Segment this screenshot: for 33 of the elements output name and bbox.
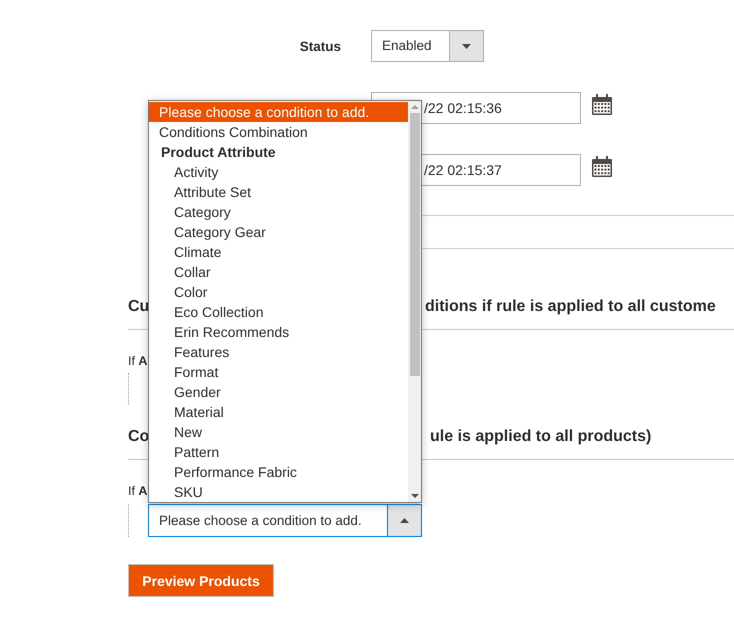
calendar-icon[interactable]: [591, 94, 613, 116]
dropdown-option[interactable]: Pattern: [149, 442, 408, 462]
dropdown-option[interactable]: Category Gear: [149, 222, 408, 242]
section-heading: ditions if rule is applied to all custome: [425, 298, 716, 316]
status-select[interactable]: Enabled: [371, 30, 484, 62]
dropdown-option[interactable]: New: [149, 422, 408, 442]
section-heading: ule is applied to all products): [430, 428, 652, 446]
condition-text: If A: [128, 353, 148, 370]
dropdown-option[interactable]: Collar: [149, 262, 408, 282]
condition-select[interactable]: Please choose a condition to add.: [148, 504, 422, 537]
option-group-label: Product Attribute: [160, 143, 277, 162]
dropdown-option[interactable]: Gender: [149, 382, 408, 402]
status-label: Status: [298, 38, 341, 54]
section-heading: Cu: [128, 298, 150, 316]
caret-up-icon: [400, 518, 409, 523]
dropdown-option[interactable]: Erin Recommends: [149, 322, 408, 342]
dropdown-option[interactable]: Category: [149, 202, 408, 222]
dropdown-option[interactable]: Please choose a condition to add.: [149, 102, 408, 122]
dropdown-option[interactable]: Color: [149, 282, 408, 302]
condition-text: If A: [128, 483, 148, 500]
dropdown-option[interactable]: Features: [149, 342, 408, 362]
section-heading: Co: [128, 428, 150, 446]
scrollbar[interactable]: [408, 101, 421, 502]
dropdown-option[interactable]: SKU: [149, 482, 408, 502]
dropdown-option[interactable]: Climate: [149, 242, 408, 262]
preview-products-button[interactable]: Preview Products: [128, 564, 274, 597]
dropdown-option[interactable]: Format: [149, 362, 408, 382]
dropdown-option[interactable]: Conditions Combination: [149, 122, 408, 142]
dropdown-option[interactable]: Performance Fabric: [149, 462, 408, 482]
dropdown-option[interactable]: Material: [149, 402, 408, 422]
calendar-icon[interactable]: [591, 156, 613, 178]
dropdown-option[interactable]: Eco Collection: [149, 302, 408, 322]
caret-down-icon: [462, 44, 471, 48]
